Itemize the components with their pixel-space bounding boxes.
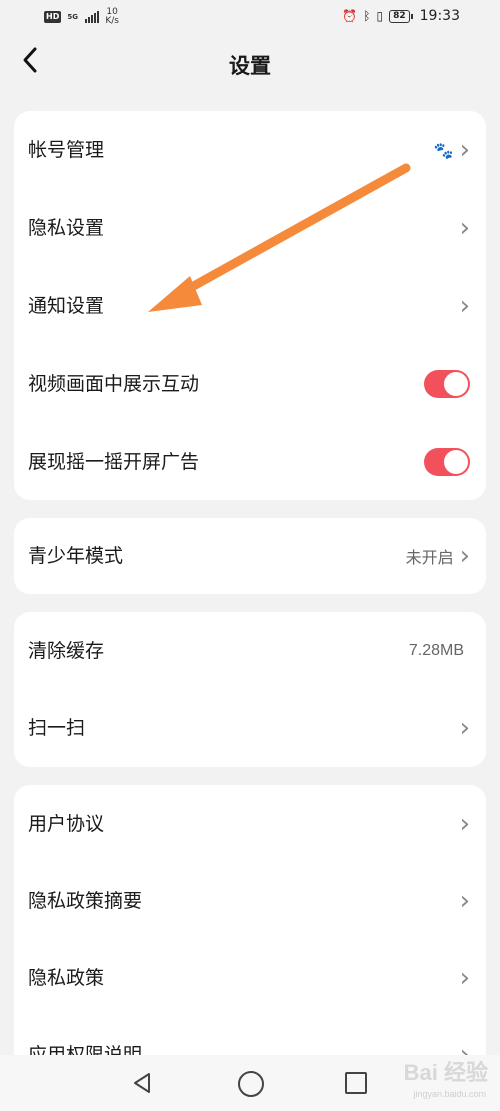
net-speed-unit: K/s xyxy=(105,16,119,26)
row-user-agreement[interactable]: 用户协议 › xyxy=(14,785,486,863)
row-shake-ad: 展现摇一摇开屏广告 xyxy=(14,423,486,500)
row-label: 帐号管理 xyxy=(28,139,105,161)
nav-back-icon[interactable] xyxy=(130,1071,154,1095)
header: 设置 xyxy=(0,40,500,90)
row-account-management[interactable]: 帐号管理 🐾 › xyxy=(14,111,486,189)
chevron-right-icon: › xyxy=(459,886,470,916)
row-label: 隐私政策摘要 xyxy=(28,890,143,912)
chevron-right-icon: › xyxy=(459,541,470,571)
row-scan[interactable]: 扫一扫 › xyxy=(14,689,486,767)
cache-size: 7.28MB xyxy=(408,642,464,659)
row-label: 隐私政策 xyxy=(28,967,105,989)
chevron-right-icon: › xyxy=(459,291,470,321)
row-label: 展现摇一摇开屏广告 xyxy=(28,451,200,473)
battery-icon: 82 xyxy=(389,9,413,23)
row-label: 通知设置 xyxy=(28,295,105,317)
toggle-knob xyxy=(444,450,468,474)
status-bar: HD 5G 10 K/s ⏰ ᛒ ▯ 82 19:33 xyxy=(0,0,500,34)
row-notification-settings[interactable]: 通知设置 › xyxy=(14,267,486,345)
net-speed: 10 K/s xyxy=(105,8,119,26)
page-title: 设置 xyxy=(229,53,271,78)
chevron-right-icon: › xyxy=(459,713,470,743)
row-youth-mode[interactable]: 青少年模式 未开启 › xyxy=(14,518,486,594)
hd-badge: HD xyxy=(44,11,62,23)
row-label: 视频画面中展示互动 xyxy=(28,373,200,395)
status-right: ⏰ ᛒ ▯ 82 19:33 xyxy=(342,8,460,24)
nav-recent-icon[interactable] xyxy=(345,1072,367,1094)
toggle-knob xyxy=(444,372,468,396)
paw-icon: 🐾 xyxy=(433,140,454,160)
row-label: 青少年模式 xyxy=(28,545,124,567)
alarm-icon: ⏰ xyxy=(342,9,358,23)
row-label: 扫一扫 xyxy=(28,717,86,739)
watermark-domain: jingyan.baidu.com xyxy=(413,1089,486,1099)
vibrate-icon: ▯ xyxy=(376,9,384,23)
chevron-right-icon: › xyxy=(459,963,470,993)
bluetooth-icon: ᛒ xyxy=(363,9,371,23)
status-time: 19:33 xyxy=(419,8,460,24)
row-label: 清除缓存 xyxy=(28,640,105,662)
system-nav-bar: Bai 经验 jingyan.baidu.com xyxy=(0,1055,500,1111)
signal-icon xyxy=(85,11,100,23)
row-label: 隐私设置 xyxy=(28,217,105,239)
signal-5g-label: 5G xyxy=(67,12,78,21)
nav-home-icon[interactable] xyxy=(238,1071,264,1097)
chevron-right-icon: › xyxy=(459,809,470,839)
status-left: HD 5G 10 K/s xyxy=(44,8,119,26)
shake-ad-toggle[interactable] xyxy=(424,448,470,476)
settings-card-legal: 用户协议 › 隐私政策摘要 › 隐私政策 › 应用权限说明 › xyxy=(14,785,486,1085)
youth-mode-status: 未开启 xyxy=(405,548,454,567)
row-privacy-summary[interactable]: 隐私政策摘要 › xyxy=(14,862,486,940)
row-label: 用户协议 xyxy=(28,813,105,835)
video-interaction-toggle[interactable] xyxy=(424,370,470,398)
row-video-interaction: 视频画面中展示互动 xyxy=(14,345,486,423)
settings-card-youth: 青少年模式 未开启 › xyxy=(14,518,486,594)
watermark-logo: Bai 经验 xyxy=(403,1060,488,1085)
chevron-right-icon: › xyxy=(459,135,470,165)
row-privacy-settings[interactable]: 隐私设置 › xyxy=(14,189,486,267)
row-privacy-policy[interactable]: 隐私政策 › xyxy=(14,939,486,1017)
row-clear-cache[interactable]: 清除缓存 7.28MB xyxy=(14,612,486,690)
chevron-right-icon: › xyxy=(459,213,470,243)
settings-card-account: 帐号管理 🐾 › 隐私设置 › 通知设置 › 视频画面中展示互动 展现摇一摇开屏… xyxy=(14,111,486,500)
settings-card-cache: 清除缓存 7.28MB 扫一扫 › xyxy=(14,612,486,767)
